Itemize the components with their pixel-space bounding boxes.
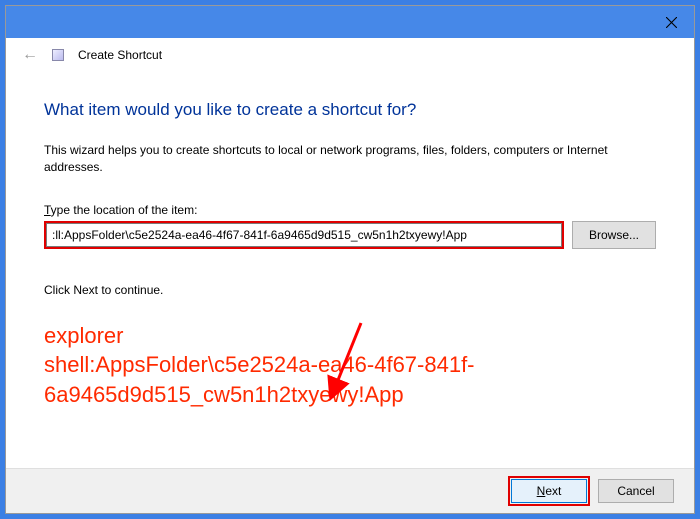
content-area: What item would you like to create a sho…	[6, 68, 694, 468]
cancel-button[interactable]: Cancel	[598, 479, 674, 503]
close-button[interactable]	[649, 6, 694, 38]
page-description: This wizard helps you to create shortcut…	[44, 142, 656, 177]
input-highlight-annotation	[44, 221, 564, 249]
close-icon	[666, 17, 677, 28]
back-arrow-icon: ←	[22, 46, 38, 64]
next-button[interactable]: Next	[511, 479, 587, 503]
dialog-header: ← Create Shortcut	[6, 38, 694, 68]
browse-button[interactable]: Browse...	[572, 221, 656, 249]
dialog-body: ← Create Shortcut What item would you li…	[6, 38, 694, 513]
continue-text: Click Next to continue.	[44, 283, 656, 297]
annotation-text: explorer shell:AppsFolder\c5e2524a-ea46-…	[44, 321, 656, 410]
next-highlight-annotation: Next	[508, 476, 590, 506]
location-label: Type the location of the item:	[44, 203, 656, 217]
titlebar	[6, 6, 694, 38]
dialog-footer: Next Cancel	[6, 468, 694, 513]
location-input[interactable]	[46, 223, 562, 247]
shortcut-file-icon	[52, 49, 64, 61]
page-heading: What item would you like to create a sho…	[44, 100, 656, 120]
dialog-title: Create Shortcut	[78, 48, 162, 62]
window-frame: ← Create Shortcut What item would you li…	[5, 5, 695, 514]
input-row: Browse...	[44, 221, 656, 249]
